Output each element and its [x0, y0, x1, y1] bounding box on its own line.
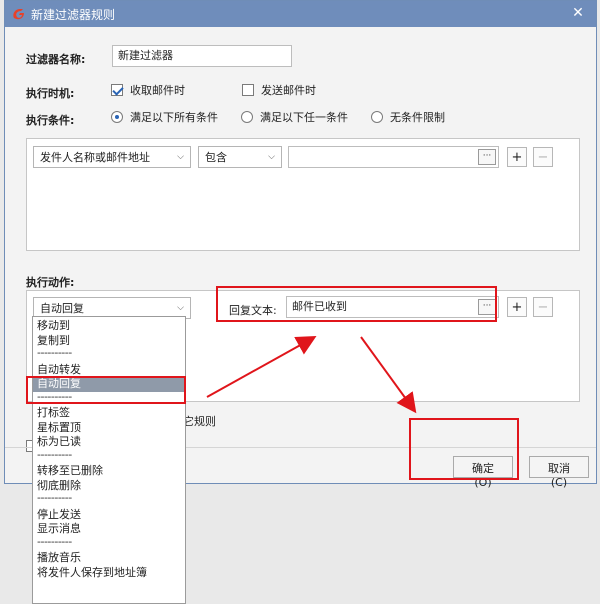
any-condition-option[interactable]: 满足以下任一条件: [241, 109, 348, 125]
dialog-title: 新建过滤器规则: [31, 7, 116, 22]
app-logo-icon: [13, 9, 24, 20]
close-button[interactable]: ✕: [570, 5, 586, 21]
filter-name-label: 过滤器名称:: [26, 53, 86, 66]
any-condition-text: 满足以下任一条件: [260, 111, 348, 124]
remove-action-button[interactable]: −: [533, 297, 553, 317]
send-mail-text: 发送邮件时: [261, 84, 316, 97]
chevron-down-icon: ⌵: [268, 152, 275, 162]
all-conditions-text: 满足以下所有条件: [130, 111, 218, 124]
receive-mail-option[interactable]: 收取邮件时: [111, 82, 185, 98]
highlight-selected-item: [26, 376, 186, 404]
highlight-ok-button: [409, 418, 519, 480]
dropdown-separator: ----------: [37, 534, 72, 548]
filter-name-input[interactable]: 新建过滤器: [112, 45, 292, 67]
dropdown-item[interactable]: 自动转发: [33, 363, 185, 378]
add-action-button[interactable]: +: [507, 297, 527, 317]
receive-mail-checkbox[interactable]: [111, 84, 123, 96]
dropdown-separator: ----------: [37, 346, 72, 359]
receive-mail-text: 收取邮件时: [130, 84, 185, 97]
any-condition-radio[interactable]: [241, 111, 253, 123]
remove-condition-button[interactable]: −: [533, 147, 553, 167]
send-mail-option[interactable]: 发送邮件时: [242, 82, 316, 98]
condition-browse-button[interactable]: ···: [478, 149, 496, 165]
condition-value-input[interactable]: [288, 146, 499, 168]
condition-field-select[interactable]: 发件人名称或邮件地址 ⌵: [33, 146, 191, 168]
exec-action-label: 执行动作:: [26, 276, 75, 289]
condition-operator-select[interactable]: 包含 ⌵: [198, 146, 282, 168]
cancel-button[interactable]: 取消(C): [529, 456, 589, 489]
dropdown-item[interactable]: 星标置顶: [33, 421, 185, 436]
exec-time-label: 执行时机:: [26, 87, 75, 100]
dropdown-separator: ----------: [37, 491, 72, 504]
dropdown-item[interactable]: 播放音乐: [33, 551, 185, 566]
chevron-down-icon: ⌵: [177, 303, 184, 313]
title-bar: 新建过滤器规则 ✕: [5, 1, 596, 27]
chevron-down-icon: ⌵: [177, 152, 184, 162]
stop-rules-text: 它规则: [183, 415, 216, 428]
all-conditions-radio[interactable]: [111, 111, 123, 123]
action-select-value: 自动回复: [40, 302, 84, 315]
action-dropdown-list: 移动到 复制到 ---------- 自动转发 自动回复 ---------- 打标签 星标置…: [32, 316, 186, 604]
exec-condition-label: 执行条件:: [26, 114, 75, 127]
dropdown-item[interactable]: 将发件人保存到地址簿: [33, 566, 185, 581]
condition-operator-value: 包含: [205, 151, 227, 164]
all-conditions-option[interactable]: 满足以下所有条件: [111, 109, 218, 125]
no-condition-radio[interactable]: [371, 111, 383, 123]
dropdown-item[interactable]: 打标签: [33, 406, 185, 421]
dropdown-separator: ----------: [37, 447, 72, 461]
dropdown-item[interactable]: 转移至已删除: [33, 464, 185, 479]
dropdown-item[interactable]: 停止发送: [33, 508, 185, 523]
send-mail-checkbox[interactable]: [242, 84, 254, 96]
no-condition-text: 无条件限制: [390, 111, 445, 124]
no-condition-option[interactable]: 无条件限制: [371, 109, 445, 125]
add-condition-button[interactable]: +: [507, 147, 527, 167]
dropdown-item[interactable]: 移动到: [33, 319, 185, 334]
highlight-reply-field: [216, 286, 497, 322]
condition-field-value: 发件人名称或邮件地址: [40, 151, 150, 164]
